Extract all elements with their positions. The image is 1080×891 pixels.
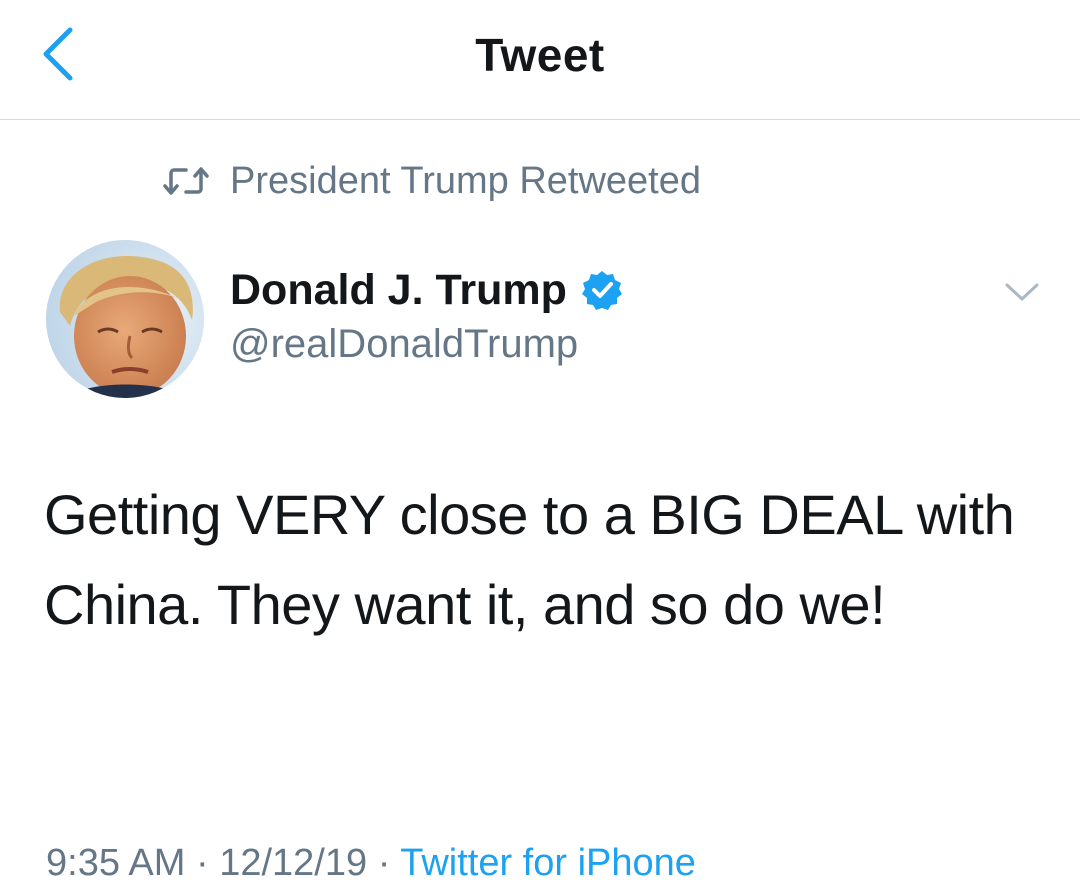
meta-separator: · <box>377 842 391 884</box>
avatar-photo <box>46 240 204 398</box>
meta-separator: · <box>195 842 209 884</box>
author-name-row[interactable]: Donald J. Trump <box>230 262 623 318</box>
author-name: Donald J. Trump <box>230 265 567 314</box>
avatar[interactable] <box>46 240 204 398</box>
tweet-source-link[interactable]: Twitter for iPhone <box>400 842 696 884</box>
author-handle[interactable]: @realDonaldTrump <box>230 322 578 367</box>
verified-badge-icon <box>581 269 623 311</box>
tweet-text: Getting VERY close to a BIG DEAL with Ch… <box>44 483 1015 636</box>
retweet-context[interactable]: President Trump Retweeted <box>162 156 701 206</box>
page-title: Tweet <box>475 29 605 81</box>
tweet-date: 12/12/19 <box>219 842 368 884</box>
chevron-down-icon <box>1004 281 1040 308</box>
tweet-meta: 9:35 AM · 12/12/19 · Twitter for iPhone <box>46 842 696 885</box>
retweet-context-label: President Trump Retweeted <box>230 159 702 202</box>
tweet-detail-screen: Tweet President Trump Retweeted Donald J… <box>0 0 1080 891</box>
retweet-icon <box>162 164 210 198</box>
nav-bar: Tweet <box>0 0 1080 120</box>
tweet-time: 9:35 AM <box>46 842 186 884</box>
tweet-options-button[interactable] <box>998 276 1046 312</box>
